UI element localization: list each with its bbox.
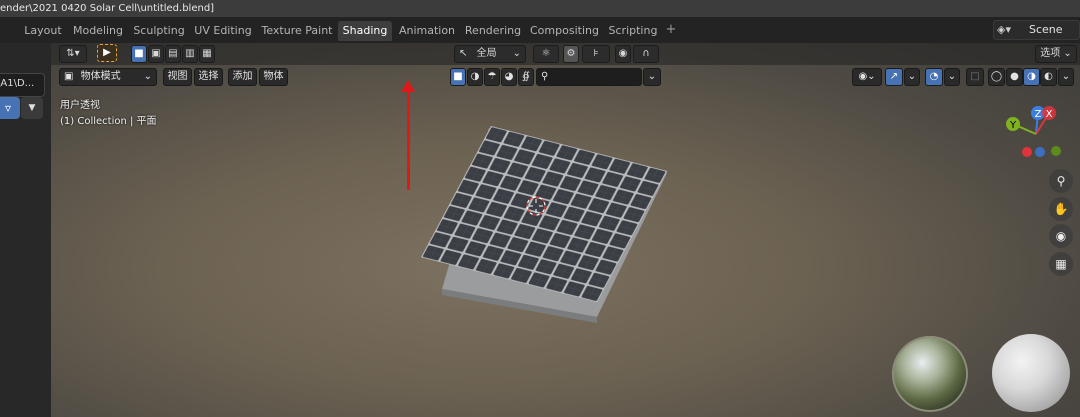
navigation-gizmo[interactable]: Z X Y <box>1001 101 1071 171</box>
axis-y-label: Y <box>1009 120 1017 131</box>
annotation-arrow <box>407 87 410 190</box>
tab-texture-paint[interactable]: Texture Paint <box>259 21 335 41</box>
add-workspace-button[interactable]: + <box>664 22 678 38</box>
tab-shading[interactable]: Shading <box>338 21 392 41</box>
axis-neg-y-icon[interactable] <box>1051 146 1061 156</box>
tab-animation[interactable]: Animation <box>397 21 457 41</box>
tab-rendering[interactable]: Rendering <box>463 21 523 41</box>
scene-icon: ◈▾ <box>997 23 1011 36</box>
tab-scripting[interactable]: Scripting <box>605 21 661 41</box>
chevron-down-icon[interactable]: ▼ <box>21 97 43 119</box>
tab-modeling[interactable]: Modeling <box>72 21 124 41</box>
camera-icon[interactable]: ◉ <box>1049 224 1073 248</box>
axis-z-label: Z <box>1035 109 1042 120</box>
tab-layout[interactable]: Layout <box>18 21 68 41</box>
axis-neg-z-icon[interactable] <box>1035 147 1045 157</box>
file-path-field[interactable]: \A1\D... <box>0 73 45 97</box>
workspace-tabs: Layout Modeling Sculpting UV Editing Tex… <box>0 17 1080 43</box>
filter-icon[interactable]: ▿ <box>0 97 20 119</box>
grid-icon[interactable]: ▦ <box>1049 252 1073 276</box>
hdri-chrome-sphere <box>892 336 968 412</box>
3d-viewport[interactable]: ⇅▾ ▶ ■ ▣ ▤ ▥ ▦ ↖ 全局 ⌄ ⚛ ⚙ ⊧ ◉ ∩ 选项 ⌄ ▣ 物… <box>51 43 1080 417</box>
zoom-icon[interactable]: ⚲ <box>1049 169 1073 193</box>
annotation-arrowhead <box>401 80 415 92</box>
tab-uv-editing[interactable]: UV Editing <box>194 21 252 41</box>
left-panel: \A1\D... ▿ ▼ <box>0 43 51 417</box>
hdri-diffuse-sphere <box>992 334 1070 412</box>
hand-icon[interactable]: ✋ <box>1049 197 1073 221</box>
tab-compositing[interactable]: Compositing <box>530 21 599 41</box>
axis-neg-x-icon[interactable] <box>1022 147 1032 157</box>
window-title: ender\2021 0420 Solar Cell\untitled.blen… <box>0 0 1080 17</box>
tab-sculpting[interactable]: Sculpting <box>132 21 186 41</box>
scene-selector[interactable]: ◈▾ Scene <box>993 20 1080 40</box>
axis-x-label: X <box>1046 109 1053 120</box>
scene-name: Scene <box>1029 23 1063 36</box>
